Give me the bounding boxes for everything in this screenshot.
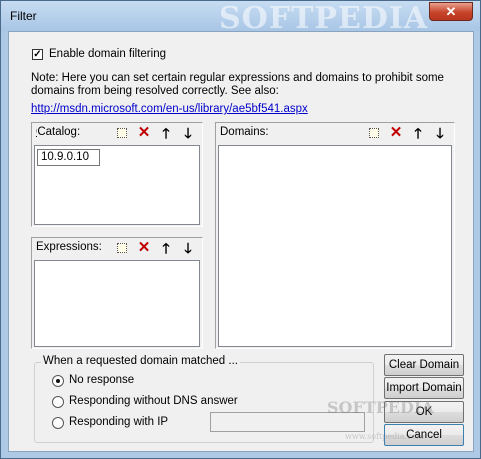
expressions-delete-button[interactable]: ✕ — [136, 240, 152, 256]
arrow-down-icon: 🡓 — [436, 125, 444, 141]
domains-delete-button[interactable]: ✕ — [388, 125, 404, 141]
domains-move-up-button[interactable]: 🡑 — [410, 125, 426, 141]
new-icon — [369, 128, 379, 138]
arrow-up-icon: 🡑 — [162, 125, 170, 141]
close-icon: ✕ — [445, 4, 457, 19]
delete-icon: ✕ — [137, 239, 151, 256]
catalog-move-down-button[interactable]: 🡓 — [180, 125, 196, 141]
filter-dialog: Filter SOFTPEDIA ✕ ✓ Enable domain filte… — [0, 0, 481, 459]
dialog-body: ✓ Enable domain filtering Note: Here you… — [8, 31, 474, 452]
note-line-1: Note: Here you can set certain regular e… — [31, 72, 444, 84]
radio-no-response[interactable] — [52, 375, 64, 387]
title-bar: Filter SOFTPEDIA ✕ — [1, 1, 480, 36]
expressions-label: Expressions: — [36, 241, 102, 253]
catalog-delete-button[interactable]: ✕ — [136, 125, 152, 141]
domains-list[interactable] — [218, 145, 452, 347]
domains-label: Domains: — [220, 126, 269, 138]
note-line-2: domains from being resolved correctly. S… — [31, 85, 279, 97]
catalog-move-up-button[interactable]: 🡑 — [158, 125, 174, 141]
domains-new-button[interactable] — [366, 125, 382, 141]
match-group-title: When a requested domain matched ... — [41, 355, 240, 367]
delete-icon: ✕ — [389, 124, 403, 141]
radio-without-dns-answer[interactable] — [52, 396, 64, 408]
catalog-new-button[interactable] — [114, 125, 130, 141]
catalog-item[interactable]: 10.9.0.10 — [37, 149, 100, 166]
catalog-label-text: Catalog: — [37, 126, 81, 138]
catalog-label: CCatalog: — [36, 126, 81, 138]
enable-filtering-label[interactable]: Enable domain filtering — [49, 48, 166, 60]
expressions-new-button[interactable] — [114, 240, 130, 256]
label-without-dns-answer[interactable]: Responding without DNS answer — [69, 395, 238, 407]
msdn-link[interactable]: http://msdn.microsoft.com/en-us/library/… — [31, 103, 308, 115]
window-title: Filter — [10, 9, 37, 23]
catalog-panel: CCatalog: ✕ 🡑 🡓 10.9.0.10 — [31, 122, 203, 227]
clear-domain-button[interactable]: Clear Domain — [384, 354, 464, 376]
enable-filtering-checkbox[interactable]: ✓ — [32, 49, 43, 60]
catalog-list[interactable]: 10.9.0.10 — [34, 145, 200, 225]
label-with-ip[interactable]: Responding with IP — [69, 416, 168, 428]
expressions-list[interactable] — [34, 260, 200, 347]
delete-icon: ✕ — [137, 124, 151, 141]
close-button[interactable]: ✕ — [429, 2, 473, 21]
radio-with-ip[interactable] — [52, 417, 64, 429]
expressions-move-down-button[interactable]: 🡓 — [180, 240, 196, 256]
expressions-move-up-button[interactable]: 🡑 — [158, 240, 174, 256]
arrow-down-icon: 🡓 — [184, 125, 192, 141]
domains-panel: Domains: ✕ 🡑 🡓 — [215, 122, 455, 349]
watermark-url: www.softpedia.com — [345, 432, 424, 441]
watermark-bottom: SOFTPEDIA — [327, 398, 434, 417]
arrow-up-icon: 🡑 — [414, 125, 422, 141]
arrow-up-icon: 🡑 — [162, 240, 170, 256]
expressions-panel: Expressions: ✕ 🡑 🡓 — [31, 237, 203, 349]
import-domain-button[interactable]: Import Domain — [384, 377, 464, 399]
arrow-down-icon: 🡓 — [184, 240, 192, 256]
label-no-response[interactable]: No response — [69, 374, 134, 386]
domains-move-down-button[interactable]: 🡓 — [432, 125, 448, 141]
new-icon — [117, 128, 127, 138]
new-icon — [117, 243, 127, 253]
